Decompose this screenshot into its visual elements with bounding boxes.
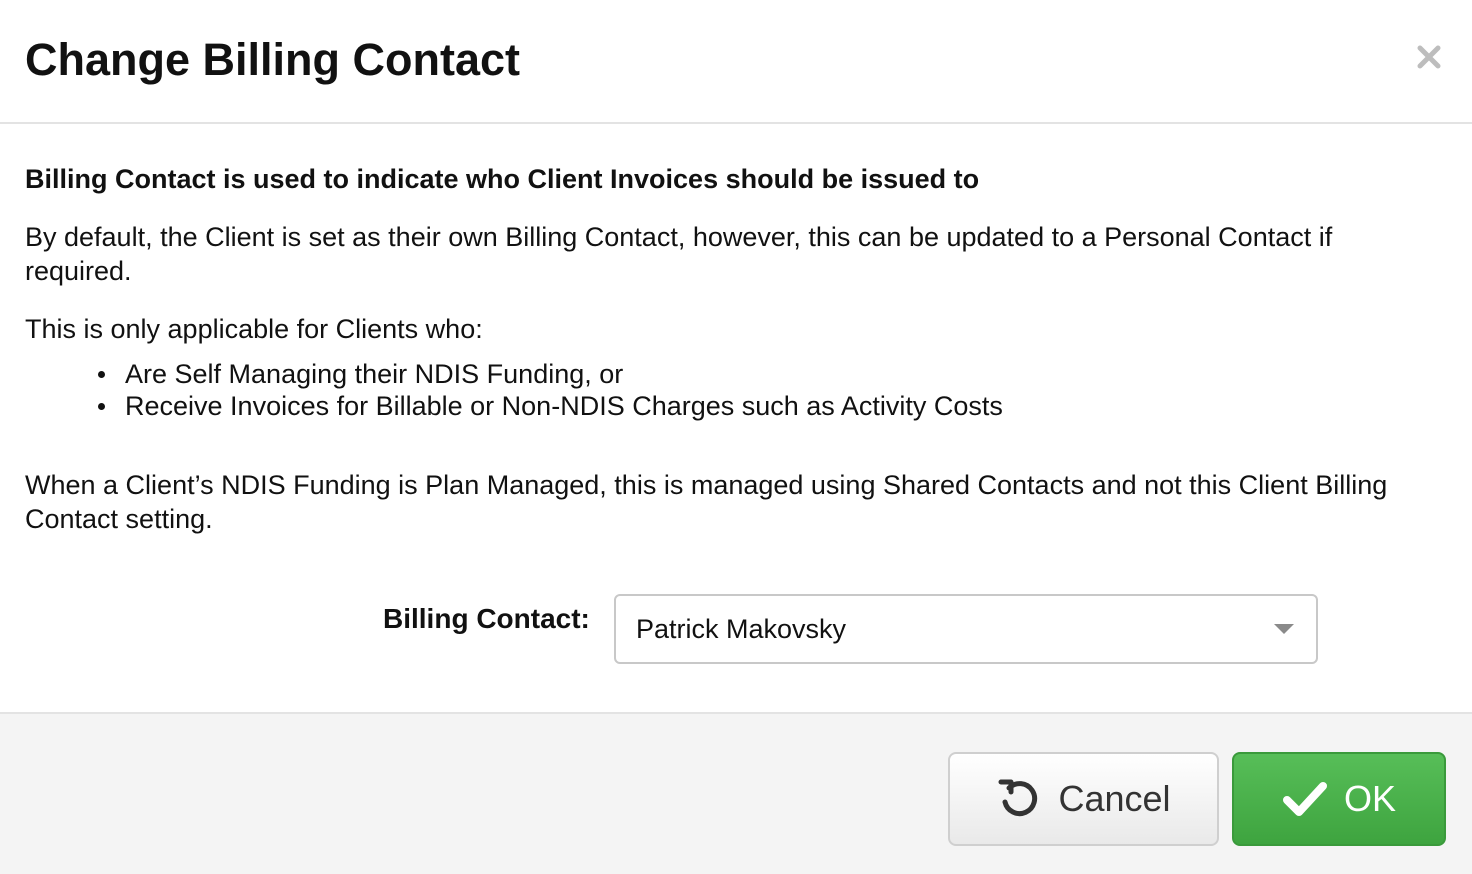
intro-paragraph: By default, the Client is set as their o… [25,222,1333,286]
billing-contact-select[interactable]: Patrick Makovsky [614,594,1318,664]
close-button[interactable] [1412,40,1446,74]
cancel-label: Cancel [1058,778,1171,819]
body-heading: Billing Contact is used to indicate who … [25,164,980,194]
cancel-button[interactable]: Cancel [948,752,1219,846]
check-icon [1282,779,1328,819]
billing-contact-value: Patrick Makovsky [636,614,847,644]
applicability-list: Are Self Managing their NDIS Funding, or… [98,358,1003,422]
chevron-down-icon [1274,624,1294,634]
list-item: Are Self Managing their NDIS Funding, or [98,358,1003,390]
ok-button[interactable]: OK [1232,752,1446,846]
undo-icon [996,776,1042,822]
ok-label: OK [1343,778,1396,819]
applicability-paragraph: This is only applicable for Clients who: [25,314,483,344]
dialog-footer: Cancel OK [0,712,1472,874]
dialog-header: Change Billing Contact [0,0,1472,124]
change-billing-contact-dialog: Change Billing Contact Billing Contact i… [0,0,1472,874]
close-icon [1417,45,1441,69]
list-item: Receive Invoices for Billable or Non-NDI… [98,391,1003,421]
plan-managed-paragraph: When a Client’s NDIS Funding is Plan Man… [25,470,1388,534]
dialog-title: Change Billing Contact [25,34,520,85]
billing-contact-label: Billing Contact: [383,603,590,634]
